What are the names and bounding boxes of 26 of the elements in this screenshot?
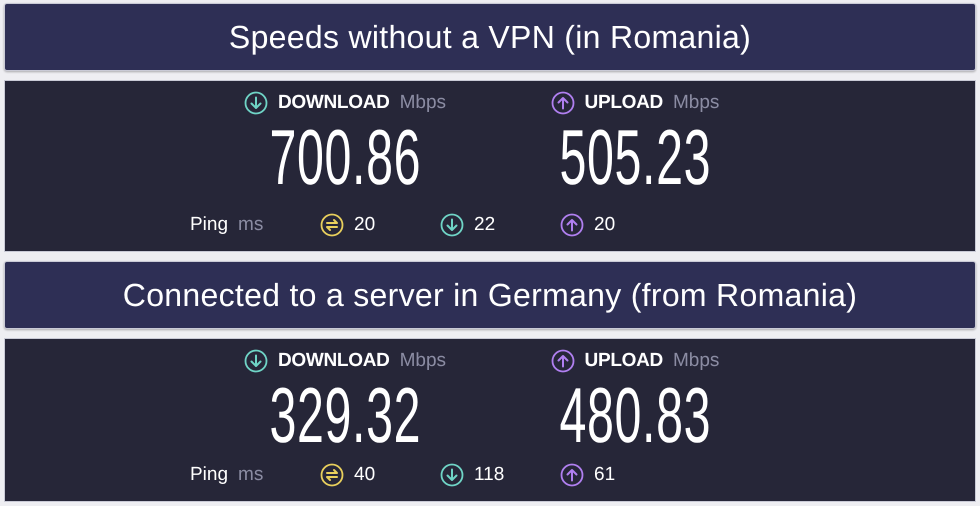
banner-title: Connected to a server in Germany (from Romania) [122, 276, 858, 314]
upload-speed: 505.23 [559, 117, 711, 197]
ping-arrows-icon [320, 213, 344, 237]
ping-value: 20 [354, 214, 376, 236]
upload-label: UPLOAD [584, 92, 663, 114]
upload-label: UPLOAD [584, 350, 663, 372]
unit-label: Mbps [400, 350, 446, 372]
download-label: DOWNLOAD [278, 350, 390, 372]
ping-value: 20 [594, 214, 616, 236]
ping-label: Ping [190, 464, 228, 486]
ping-value: 118 [474, 464, 504, 486]
unit-label: Mbps [672, 350, 720, 372]
ping-arrows-icon [320, 463, 344, 487]
download-speed: 329.32 [269, 375, 421, 455]
unit-label: ms [238, 464, 264, 486]
download-label: DOWNLOAD [278, 92, 390, 114]
ping-value: 22 [474, 214, 496, 236]
unit-label: Mbps [400, 92, 446, 114]
download-speed: 700.86 [269, 117, 421, 197]
upload-speed: 480.83 [559, 375, 711, 455]
unit-label: Mbps [672, 92, 720, 114]
unit-label: ms [238, 214, 264, 236]
banner-title: Speeds without a VPN (in Romania) [228, 18, 752, 56]
ping-value: 40 [354, 464, 376, 486]
ping-value: 61 [594, 464, 616, 486]
ping-label: Ping [190, 214, 228, 236]
